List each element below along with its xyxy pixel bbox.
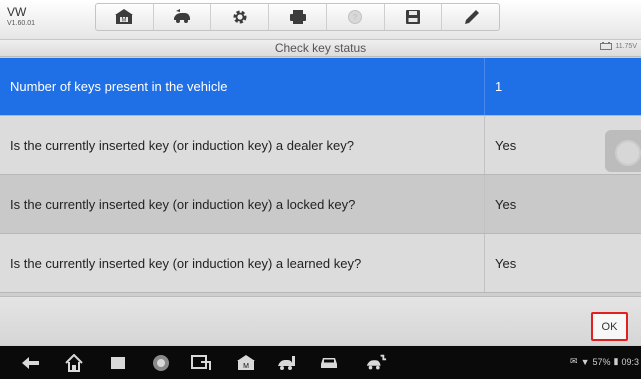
vehicle-swap-button[interactable] <box>154 4 212 30</box>
print-icon <box>289 10 306 24</box>
car-battery-icon <box>600 42 613 50</box>
save-icon <box>405 10 420 24</box>
remote-expert-button[interactable] <box>365 353 387 373</box>
row-question: Number of keys present in the vehicle <box>0 58 485 115</box>
ok-button[interactable]: OK <box>591 312 628 341</box>
pen-button[interactable] <box>442 4 499 30</box>
tool-strip: M ? <box>95 3 500 31</box>
home-icon: M <box>237 355 255 370</box>
help-icon: ? <box>348 10 363 24</box>
software-version: V1.60.01 <box>7 20 36 27</box>
action-bar: OK <box>0 296 641 345</box>
page-title: Check key status <box>274 41 367 55</box>
top-toolbar: VW V1.60.01 M ? <box>0 0 641 40</box>
floating-assistive-button[interactable] <box>605 130 641 172</box>
service-button[interactable] <box>276 353 298 373</box>
help-button[interactable]: ? <box>327 4 385 30</box>
table-row[interactable]: Is the currently inserted key (or induct… <box>0 234 641 293</box>
row-question: Is the currently inserted key (or induct… <box>0 116 485 174</box>
home-button[interactable]: M <box>96 4 154 30</box>
browser-button[interactable] <box>150 353 172 373</box>
row-answer: Yes <box>495 255 517 271</box>
svg-text:M: M <box>122 18 127 24</box>
settings-icon <box>233 10 247 24</box>
recent-apps-icon <box>111 357 125 369</box>
autel-home-button[interactable]: M <box>235 353 257 373</box>
settings-button[interactable] <box>211 4 270 30</box>
clock: 09:3 <box>621 356 639 367</box>
back-arrow-icon <box>22 357 39 369</box>
wifi-icon: ▼ <box>580 356 590 367</box>
save-button[interactable] <box>385 4 443 30</box>
row-answer: Yes <box>495 196 517 212</box>
key-status-table: Number of keys present in the vehicle 1 … <box>0 58 641 293</box>
home-icon: M <box>115 9 134 24</box>
service-car-icon <box>278 356 295 370</box>
brand-name: VW <box>7 5 27 19</box>
vci-connect-icon <box>191 355 211 370</box>
table-row[interactable]: Is the currently inserted key (or induct… <box>0 175 641 234</box>
svg-text:?: ? <box>353 13 358 22</box>
vehicle-button[interactable] <box>318 353 340 373</box>
back-button[interactable] <box>20 353 42 373</box>
recent-apps-button[interactable] <box>107 353 129 373</box>
row-question: Is the currently inserted key (or induct… <box>0 175 485 233</box>
vehicle-voltage: 11.75V <box>600 42 637 50</box>
vci-button[interactable] <box>190 353 212 373</box>
print-button[interactable] <box>269 4 327 30</box>
battery-level: 57% <box>592 356 611 367</box>
vehicle-swap-icon <box>174 9 191 23</box>
table-row[interactable]: Number of keys present in the vehicle 1 <box>0 58 641 116</box>
home-nav-button[interactable] <box>63 353 85 373</box>
svg-text:M: M <box>243 363 249 370</box>
vehicle-brand: VW V1.60.01 <box>7 6 35 27</box>
system-nav-bar: M ✉ ▼ 57% ▮ 09:3 <box>0 346 641 379</box>
status-area: ✉ ▼ 57% ▮ 09:3 <box>570 356 639 367</box>
row-answer: 1 <box>495 79 503 94</box>
house-icon <box>65 354 83 372</box>
pen-icon <box>464 10 479 24</box>
voltage-value: 11.75V <box>615 42 637 50</box>
browser-icon <box>153 355 169 371</box>
car-icon <box>321 358 337 368</box>
table-row[interactable]: Is the currently inserted key (or induct… <box>0 116 641 175</box>
title-bar: Check key status 11.75V <box>0 40 641 57</box>
battery-icon: ▮ <box>613 356 619 366</box>
remote-car-icon <box>366 354 387 370</box>
message-icon: ✉ <box>570 356 578 366</box>
row-question: Is the currently inserted key (or induct… <box>0 234 485 292</box>
